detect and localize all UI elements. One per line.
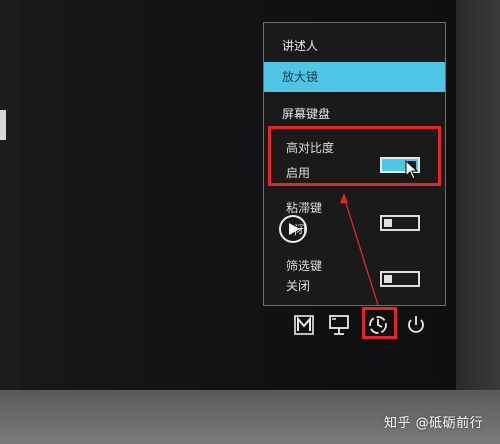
watermark: 知乎 @砥砺前行 <box>384 416 484 431</box>
annotation-arrow <box>340 193 379 306</box>
